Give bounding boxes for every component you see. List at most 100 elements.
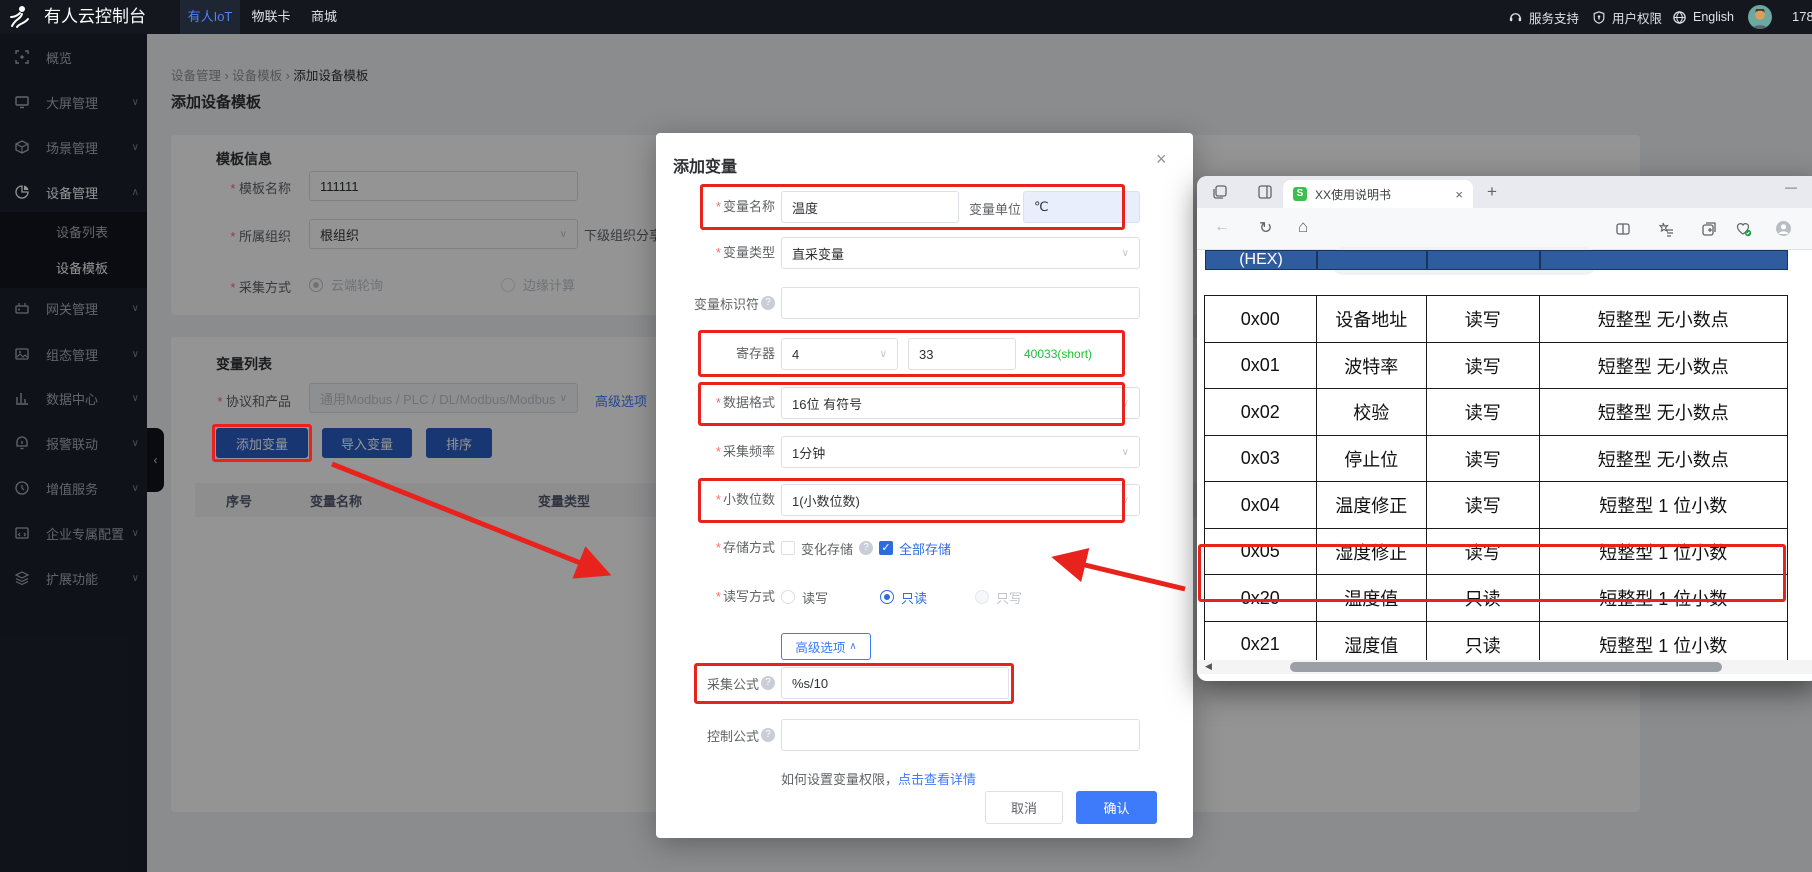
chevron-down-icon: ∨: [1122, 398, 1129, 409]
radio-read-only[interactable]: [880, 590, 894, 604]
scroll-left-icon[interactable]: ◀: [1205, 661, 1212, 672]
new-tab-icon[interactable]: +: [1487, 182, 1497, 202]
table-cell: 短整型 无小数点: [1539, 388, 1789, 436]
control-formula-label: 控制公式 ?: [656, 719, 775, 751]
home-icon[interactable]: ⌂: [1298, 217, 1308, 237]
table-cell: 0x01: [1204, 342, 1318, 390]
table-cell: 湿度修正: [1316, 528, 1428, 576]
table-cell: 短整型 1 位小数: [1539, 481, 1789, 529]
permission-menu[interactable]: 用户权限: [1592, 0, 1662, 34]
table-cell: 读写: [1426, 481, 1541, 529]
table-cell: 短整型 无小数点: [1539, 295, 1789, 343]
tab-youren-iot[interactable]: 有人IoT: [180, 0, 240, 34]
data-format-select[interactable]: 16位 有符号 ∨: [781, 387, 1140, 419]
radio-write-only[interactable]: [975, 590, 989, 604]
table-cell: 读写: [1426, 388, 1541, 436]
var-name-input[interactable]: [781, 191, 959, 223]
scrollbar-thumb[interactable]: [1290, 662, 1722, 672]
doc-favicon-icon: S: [1293, 187, 1307, 201]
cancel-button[interactable]: 取消: [985, 791, 1063, 824]
workspace-icon[interactable]: [1257, 184, 1273, 200]
doc-table-header: [1427, 250, 1540, 270]
help-icon[interactable]: ?: [761, 676, 775, 690]
register-address-input[interactable]: [908, 338, 1016, 370]
tab-mall[interactable]: 商城: [306, 0, 342, 34]
var-identifier-value[interactable]: [792, 296, 1129, 311]
back-icon[interactable]: ←: [1214, 218, 1230, 236]
tab-stack-icon[interactable]: [1212, 184, 1228, 200]
collections-icon[interactable]: [1701, 221, 1717, 237]
table-cell: 读写: [1426, 295, 1541, 343]
help-icon[interactable]: ?: [859, 541, 873, 555]
minimize-window-icon[interactable]: —: [1785, 180, 1797, 194]
table-cell: 读写: [1426, 342, 1541, 390]
help-icon[interactable]: ?: [761, 728, 775, 742]
language-menu[interactable]: English: [1672, 0, 1734, 34]
favorites-icon[interactable]: [1658, 221, 1674, 237]
collect-formula-input[interactable]: [781, 667, 1009, 699]
control-formula-input[interactable]: [781, 719, 1140, 751]
collect-formula-value[interactable]: [792, 676, 998, 691]
write-only-label: 只写: [996, 588, 1022, 607]
register-address-value[interactable]: [919, 347, 1005, 362]
storage-label: 存储方式: [656, 538, 775, 558]
chevron-down-icon: ∨: [1122, 495, 1129, 506]
decimal-select[interactable]: 1(小数位数) ∨: [781, 484, 1140, 516]
collect-freq-select[interactable]: 1分钟 ∨: [781, 436, 1140, 468]
avatar[interactable]: [1748, 5, 1772, 29]
table-cell: 0x03: [1204, 435, 1318, 483]
table-cell: 设备地址: [1316, 295, 1428, 343]
screen: 设备管理 › 设备模板 › 添加设备模板 添加设备模板 模板信息 模板名称 所属…: [0, 0, 1812, 872]
topbar: 有人云控制台 有人IoT 物联卡 商城 服务支持 用户权限 English 17…: [0, 0, 1812, 34]
var-type-select[interactable]: 直采变量 ∨: [781, 237, 1140, 269]
chevron-down-icon: ∨: [1122, 447, 1129, 458]
language-label: English: [1693, 10, 1734, 24]
register-resolved-hint: 40033(short): [1024, 347, 1092, 361]
tab-close-icon[interactable]: ×: [1455, 187, 1463, 202]
browser-active-tab[interactable]: S XX使用说明书 ×: [1283, 180, 1473, 208]
collect-freq-label: 采集频率: [656, 436, 775, 468]
control-formula-value[interactable]: [792, 728, 1129, 743]
table-cell: 短整型 无小数点: [1539, 435, 1789, 483]
table-cell: 短整型 无小数点: [1539, 342, 1789, 390]
data-format-value: 16位 有符号: [792, 394, 862, 413]
confirm-button[interactable]: 确认: [1076, 791, 1157, 824]
refresh-icon[interactable]: ↻: [1259, 218, 1272, 238]
decimal-label: 小数位数: [656, 484, 775, 516]
split-screen-icon[interactable]: [1615, 221, 1631, 237]
browser-essentials-icon[interactable]: [1735, 221, 1752, 237]
radio-read-write[interactable]: [781, 590, 795, 604]
view-details-link[interactable]: 点击查看详情: [898, 772, 976, 787]
all-storage-label: 全部存储: [899, 539, 951, 558]
var-identifier-input[interactable]: [781, 287, 1140, 319]
read-only-label: 只读: [901, 588, 927, 607]
var-name-value[interactable]: [792, 200, 948, 215]
shield-icon: [1592, 10, 1606, 25]
var-identifier-label-text: 变量标识符: [694, 294, 759, 313]
tab-iot-card[interactable]: 物联卡: [248, 0, 294, 34]
support-label: 服务支持: [1529, 8, 1579, 27]
help-icon[interactable]: ?: [761, 296, 775, 310]
checkbox-all-storage[interactable]: ✓: [879, 541, 893, 555]
close-icon[interactable]: ×: [1156, 149, 1167, 170]
var-unit-value[interactable]: [1034, 200, 1129, 215]
table-cell: 0x04: [1204, 481, 1318, 529]
checkbox-change-storage[interactable]: [781, 541, 795, 555]
support-menu[interactable]: 服务支持: [1508, 0, 1579, 34]
collect-formula-label: 采集公式 ?: [656, 667, 775, 699]
browser-tab-bar: S XX使用说明书 × + —: [1197, 176, 1812, 208]
var-unit-label: 变量单位: [969, 199, 1021, 218]
advanced-options-toggle[interactable]: 高级选项 ∧: [781, 633, 871, 660]
var-unit-input[interactable]: [1023, 191, 1140, 223]
doc-table: (HEX) 0x00设备地址读写短整型 无小数点 0x01波特率读写短整型 无小…: [1205, 250, 1788, 669]
globe-icon: [1672, 10, 1687, 25]
read-write-label: 读写: [802, 588, 828, 607]
horizontal-scrollbar[interactable]: ◀: [1197, 660, 1812, 674]
register-select[interactable]: 4 ∨: [781, 338, 898, 370]
table-cell-highlight: 只读: [1426, 574, 1541, 622]
browser-tab-title: XX使用说明书: [1315, 186, 1455, 203]
decimal-value: 1(小数位数): [792, 491, 860, 510]
account-phone[interactable]: 17866: [1792, 0, 1812, 34]
table-cell-highlight: 温度值: [1316, 574, 1428, 622]
profile-icon[interactable]: [1775, 220, 1792, 237]
